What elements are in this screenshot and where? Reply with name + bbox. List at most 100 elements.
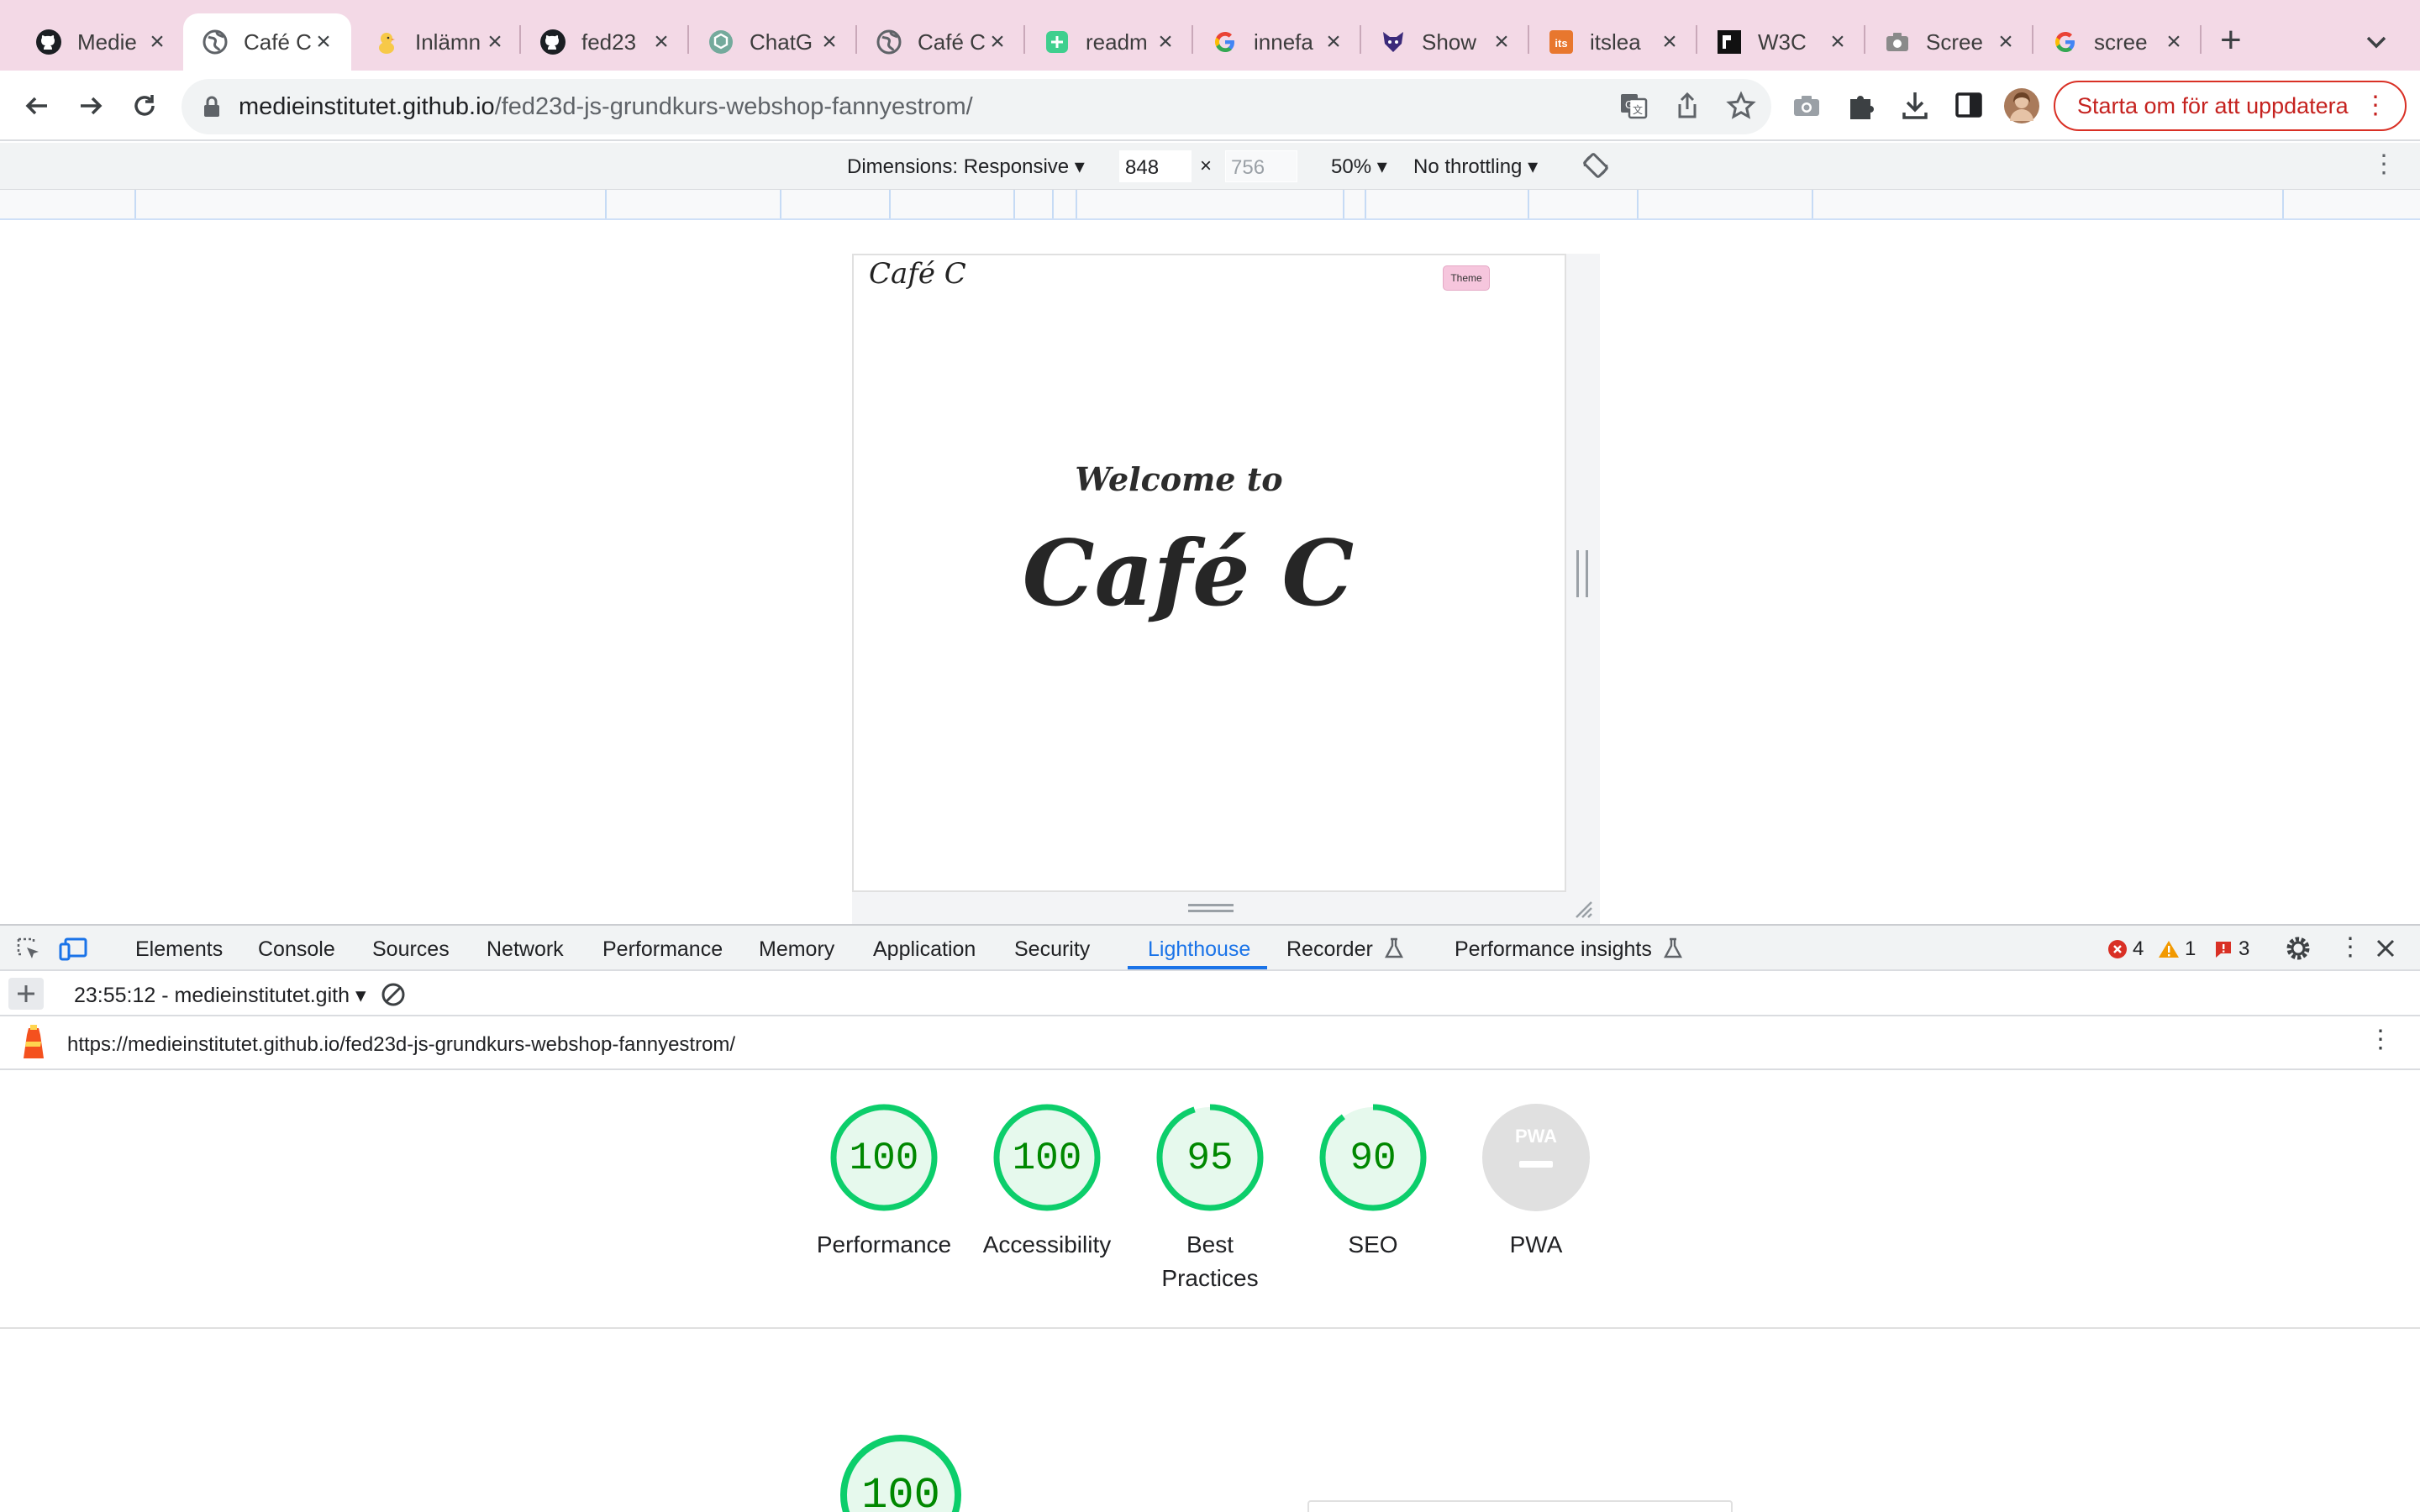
lock-icon[interactable] [202, 94, 222, 123]
address-text[interactable]: medieinstitutet.github.io/fed23d-js-grun… [239, 91, 973, 123]
restart-to-update-button[interactable]: Starta om för att uppdatera ⋮ [2054, 81, 2407, 131]
report-url[interactable]: https://medieinstitutet.github.io/fed23d… [67, 1033, 735, 1057]
width-input[interactable]: 848 [1119, 150, 1192, 182]
accessibility-gauge[interactable]: 100 [992, 1102, 1102, 1213]
close-icon[interactable]: × [145, 29, 170, 55]
extensions-icon[interactable] [1845, 89, 1877, 125]
more-vert-icon[interactable]: ⋮ [2368, 1025, 2393, 1054]
tab-elements[interactable]: Elements [135, 937, 223, 962]
tab-network[interactable]: Network [487, 937, 564, 962]
tab-performance-insights-label: Performance insights [1455, 937, 1652, 961]
avatar[interactable] [2003, 87, 2040, 129]
pwa-gauge[interactable]: PWA [1481, 1102, 1591, 1213]
close-icon[interactable]: × [482, 29, 508, 55]
browser-tab[interactable]: innefa × [1193, 13, 1361, 71]
close-icon[interactable]: × [985, 29, 1010, 55]
tab-application[interactable]: Application [873, 937, 976, 962]
tab-performance-insights[interactable]: Performance insights [1455, 937, 1683, 962]
more-vert-icon[interactable]: ⋮ [2371, 150, 2396, 179]
tab-performance[interactable]: Performance [602, 937, 723, 962]
caret-down-icon: ▾ [355, 984, 366, 1007]
browser-tab[interactable]: Inlämn × [355, 13, 523, 71]
close-icon[interactable]: × [1657, 29, 1682, 55]
tab-lighthouse[interactable]: Lighthouse [1148, 937, 1250, 962]
side-panel-icon[interactable] [1953, 89, 1985, 125]
theme-button[interactable]: Theme [1443, 265, 1490, 291]
close-icon[interactable]: × [1993, 29, 2018, 55]
reload-icon[interactable] [121, 82, 168, 129]
best-practices-label[interactable]: Best Practices [1160, 1228, 1260, 1295]
resize-handle-horizontal[interactable] [1188, 904, 1234, 912]
close-icon[interactable]: × [1489, 29, 1514, 55]
error-count-badge[interactable]: 4 [2107, 937, 2144, 961]
height-input[interactable]: 756 [1225, 150, 1297, 182]
close-icon[interactable]: × [1153, 29, 1178, 55]
tab-recorder[interactable]: Recorder [1286, 937, 1404, 962]
report-selector[interactable]: 23:55:12 - medieinstitutet.gith ▾ [74, 983, 366, 1008]
rotate-icon[interactable] [1580, 150, 1612, 187]
browser-tab[interactable]: W3C × [1697, 13, 1865, 71]
bookmark-star-icon[interactable] [1726, 91, 1756, 125]
browser-tab[interactable]: ChatG × [689, 13, 857, 71]
globe-icon [876, 29, 902, 55]
more-vert-icon[interactable]: ⋮ [2338, 932, 2363, 962]
browser-tab[interactable]: Café C × [857, 13, 1025, 71]
close-icon[interactable]: × [1321, 29, 1346, 55]
close-icon[interactable]: × [1825, 29, 1850, 55]
throttling-dropdown[interactable]: No throttling ▾ [1413, 155, 1538, 179]
issues-count-badge[interactable]: 3 [2213, 937, 2249, 961]
clear-reports-icon[interactable] [380, 981, 407, 1014]
performance-label[interactable]: Performance [792, 1228, 976, 1262]
pwa-label[interactable]: PWA [1444, 1228, 1628, 1262]
seo-score: 90 [1349, 1137, 1396, 1180]
browser-tab[interactable]: readm × [1025, 13, 1193, 71]
more-vert-icon[interactable]: ⋮ [2363, 91, 2388, 120]
report-selector-label: 23:55:12 - medieinstitutet.gith [74, 984, 350, 1007]
seo-gauge[interactable]: 90 [1318, 1102, 1428, 1213]
site-logo[interactable]: Café C [869, 257, 966, 291]
resize-handle-vertical[interactable] [1576, 550, 1588, 597]
zoom-dropdown[interactable]: 50% ▾ [1331, 155, 1387, 179]
best-practices-gauge[interactable]: 95 [1155, 1102, 1265, 1213]
close-icon[interactable]: × [817, 29, 842, 55]
warning-count-badge[interactable]: 1 [2158, 937, 2196, 961]
dimensions-dropdown[interactable]: Dimensions: Responsive ▾ [847, 155, 1085, 179]
performance-gauge[interactable]: 100 [829, 1102, 939, 1213]
tab-sources[interactable]: Sources [372, 937, 450, 962]
translate-icon[interactable]: G文 [1618, 91, 1649, 125]
inspect-element-icon[interactable] [15, 936, 42, 969]
close-icon[interactable]: × [649, 29, 674, 55]
settings-gear-icon[interactable] [2284, 934, 2312, 969]
tab-security[interactable]: Security [1014, 937, 1090, 962]
performance-section-score: 100 [861, 1471, 940, 1512]
forward-icon[interactable] [67, 82, 114, 129]
media-query-ruler[interactable] [0, 190, 2420, 220]
chevron-down-icon[interactable] [2360, 25, 2393, 59]
back-icon[interactable] [13, 82, 60, 129]
throttling-label: No throttling [1413, 155, 1523, 178]
tab-memory[interactable]: Memory [759, 937, 834, 962]
browser-tab[interactable]: fed23 × [521, 13, 689, 71]
new-report-button[interactable] [8, 978, 44, 1010]
browser-tab[interactable]: Show × [1361, 13, 1529, 71]
share-icon[interactable] [1672, 91, 1702, 125]
tab-console[interactable]: Console [258, 937, 335, 962]
tab-title: Inlämn [415, 29, 481, 55]
resize-corner-icon[interactable] [1571, 897, 1595, 925]
browser-tab[interactable]: its itslea × [1529, 13, 1697, 71]
browser-tab[interactable]: Medie × [17, 13, 185, 71]
accessibility-score: 100 [1013, 1137, 1082, 1180]
close-devtools-icon[interactable] [2373, 936, 2398, 967]
seo-label[interactable]: SEO [1281, 1228, 1465, 1262]
new-tab-button[interactable]: + [2220, 22, 2242, 59]
browser-tab-active[interactable]: Café C × [183, 13, 351, 71]
device-toggle-icon[interactable] [59, 936, 87, 969]
close-icon[interactable]: × [2161, 29, 2186, 55]
restart-to-update-label: Starta om för att uppdatera [2077, 92, 2349, 118]
browser-tab[interactable]: Scree × [1865, 13, 2033, 71]
browser-tab[interactable]: scree × [2033, 13, 2202, 71]
close-icon[interactable]: × [311, 29, 336, 55]
accessibility-label[interactable]: Accessibility [955, 1228, 1139, 1262]
download-icon[interactable] [1899, 89, 1931, 125]
camera-icon[interactable] [1791, 91, 1822, 125]
